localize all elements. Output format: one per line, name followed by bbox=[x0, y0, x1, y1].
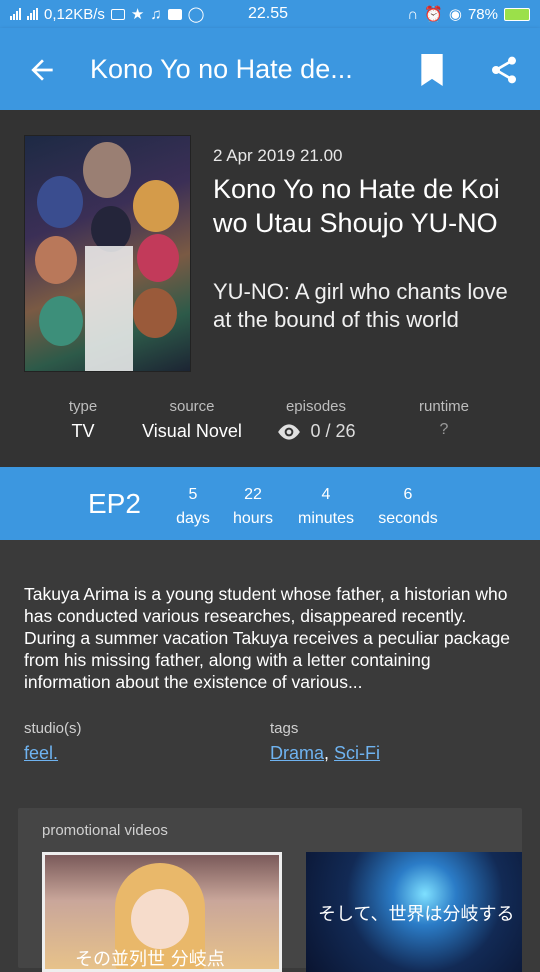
tag-scifi[interactable]: Sci-Fi bbox=[334, 743, 380, 763]
hours-label: hours bbox=[232, 510, 274, 527]
share-button[interactable] bbox=[488, 54, 520, 86]
promo-video-thumbnail-2[interactable]: そして、世界は分岐する bbox=[306, 852, 522, 972]
hours-value: 22 bbox=[244, 486, 262, 503]
meta-source: source Visual Novel bbox=[132, 398, 252, 442]
promo-caption-1: その並列世 分岐点 bbox=[75, 949, 225, 970]
tag-drama[interactable]: Drama bbox=[270, 743, 324, 763]
back-button[interactable] bbox=[26, 54, 58, 86]
seconds-label: seconds bbox=[378, 510, 438, 527]
net-speed: 0,12KB/s bbox=[44, 5, 105, 23]
tags-list: Drama, Sci-Fi bbox=[270, 743, 380, 764]
episode-number: EP2 bbox=[88, 488, 141, 519]
seconds-value: 6 bbox=[403, 486, 413, 503]
minutes-label: minutes bbox=[297, 510, 355, 527]
countdown-seconds: 6 seconds bbox=[368, 483, 448, 531]
back-arrow-icon bbox=[31, 59, 53, 81]
youtube-icon bbox=[167, 8, 182, 20]
cover-image bbox=[24, 135, 191, 372]
meta-episodes[interactable]: episodes 0 / 26 bbox=[256, 398, 376, 442]
star-icon: ★ bbox=[130, 6, 145, 23]
signal-icon bbox=[10, 8, 21, 20]
status-bar: 0,12KB/s ★ ♫ ◯ 22.55 ∩ ⏰ ◉ 78% bbox=[0, 0, 540, 28]
promotional-videos-card: promotional videos その並列世 分岐点 そして、世界は分岐する bbox=[18, 808, 522, 972]
bookmark-button[interactable] bbox=[418, 54, 446, 86]
anime-english-title: YU-NO: A girl who chants love at the bou… bbox=[213, 279, 508, 332]
meta-runtime: runtime ? bbox=[384, 398, 504, 439]
source-label: source bbox=[169, 398, 215, 415]
countdown-hours: 22 hours bbox=[213, 483, 293, 531]
battery-icon bbox=[504, 7, 530, 21]
headset-icon: ∩ bbox=[407, 5, 419, 23]
app-bar-title: Kono Yo no Hate de... bbox=[90, 54, 353, 84]
tags-label: tags bbox=[270, 720, 299, 737]
anime-header: 2 Apr 2019 21.00 Kono Yo no Hate de Koi … bbox=[0, 110, 540, 467]
signal-icon-2 bbox=[27, 8, 38, 20]
studio-list: feel. bbox=[24, 743, 58, 764]
type-value: TV bbox=[71, 421, 95, 441]
studio-link[interactable]: feel. bbox=[24, 743, 58, 763]
share-icon bbox=[492, 56, 516, 84]
meta-type: type TV bbox=[23, 398, 143, 442]
synopsis[interactable]: Takuya Arima is a young student whose fa… bbox=[24, 583, 519, 693]
battery-percent: 78% bbox=[467, 5, 498, 23]
air-date: 2 Apr 2019 21.00 bbox=[213, 146, 343, 165]
runtime-value: ? bbox=[439, 421, 449, 438]
whatsapp-icon: ◯ bbox=[187, 6, 205, 23]
status-left: 0,12KB/s ★ ♫ ◯ bbox=[10, 5, 204, 23]
clock: 22.55 bbox=[248, 5, 289, 22]
studio-label: studio(s) bbox=[24, 720, 82, 737]
episodes-label: episodes bbox=[285, 398, 347, 415]
notification-icon bbox=[110, 8, 125, 20]
type-label: type bbox=[68, 398, 98, 415]
tag-separator: , bbox=[324, 743, 330, 763]
promo-title: promotional videos bbox=[42, 822, 168, 839]
source-value: Visual Novel bbox=[142, 421, 242, 441]
runtime-label: runtime bbox=[418, 398, 470, 415]
app-bar: Kono Yo no Hate de... bbox=[0, 28, 540, 110]
countdown-minutes: 4 minutes bbox=[286, 483, 366, 531]
episodes-value: 0 / 26 bbox=[310, 421, 356, 441]
eye-icon bbox=[278, 423, 301, 440]
alarm-icon: ⏰ bbox=[424, 6, 443, 23]
anime-title: Kono Yo no Hate de Koi wo Utau Shoujo YU… bbox=[213, 174, 500, 238]
promo-caption-2: そして、世界は分岐する bbox=[318, 904, 515, 925]
promo-video-thumbnail-1[interactable]: その並列世 分岐点 bbox=[42, 852, 282, 972]
status-right: ∩ ⏰ ◉ 78% bbox=[407, 5, 530, 23]
next-episode-countdown: EP2 5 days 22 hours 4 minutes 6 seconds bbox=[0, 467, 540, 540]
eye-comfort-icon: ◉ bbox=[448, 6, 462, 23]
minutes-value: 4 bbox=[321, 486, 331, 503]
character-face bbox=[131, 889, 189, 949]
bookmark-icon bbox=[421, 54, 443, 86]
music-icon: ♫ bbox=[150, 5, 162, 23]
episodes-value-row[interactable]: 0 / 26 bbox=[256, 421, 376, 442]
